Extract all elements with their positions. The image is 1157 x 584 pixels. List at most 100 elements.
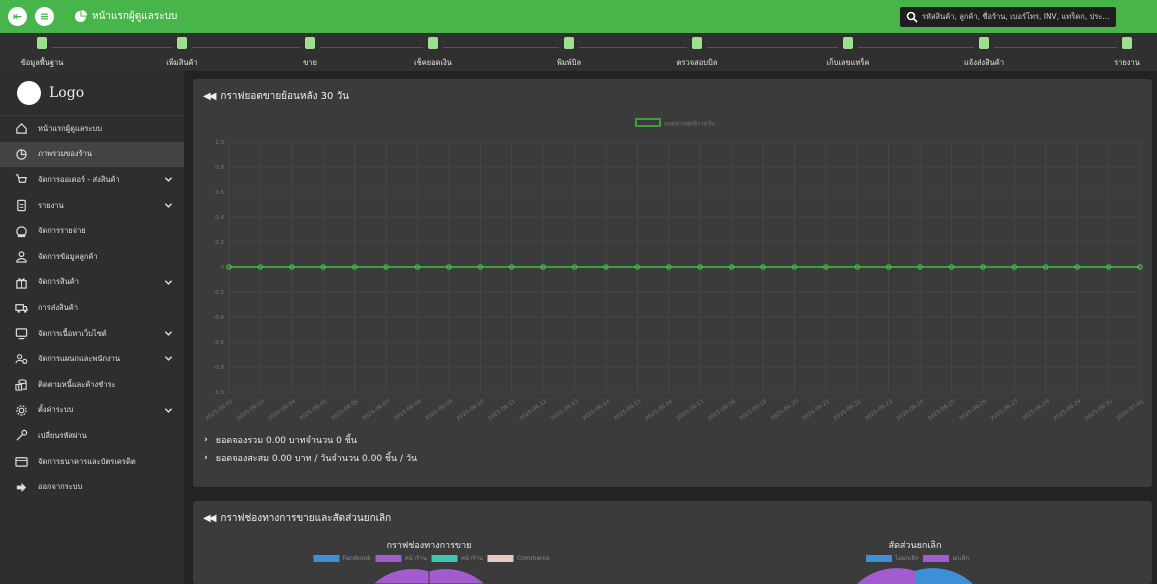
channel-chart-panel: ◀◀ กราฟช่องทางการขายและสัดส่วนยกเลิก กรา… [193, 501, 1152, 584]
sidebar-item-team[interactable]: จัดการแผนกและพนักงาน [0, 346, 184, 372]
x-tick-label: 2025-06-09 [424, 398, 454, 422]
y-tick-label: 1.0 [215, 140, 224, 146]
menu-list-icon[interactable]: ≡ [35, 7, 54, 26]
x-tick-label: 2025-06-18 [707, 398, 737, 422]
channel-pie-slice [428, 568, 486, 584]
chevron-down-icon[interactable] [164, 278, 173, 287]
search-placeholder: รหัสสินค้า, ลูกค้า, ชื่อร้าน, เบอร์โทร, … [922, 12, 1110, 21]
chevron-right-icon: › [204, 453, 208, 463]
chevron-down-icon[interactable] [164, 406, 173, 415]
x-tick-label: 2025-06-07 [362, 398, 392, 422]
sales-line-chart: ยอดขายสุทธิรายวัน 1.0 0.8 0.6 0.4 0.2 0 -0.2 -0.… [205, 118, 1145, 422]
x-tick-label: 2025-06-26 [958, 398, 988, 422]
sidebar-item-home[interactable]: หน้าแรกผู้ดูแลระบบ [0, 116, 184, 142]
sidebar-item-logout[interactable]: ออกจากระบบ [0, 474, 184, 500]
logo-text: Logo [49, 85, 85, 101]
x-tick-label: 2025-06-21 [801, 399, 831, 422]
sidebar-item-monitor[interactable]: จัดการเนื้อหาเว็บไซต์ [0, 321, 184, 347]
sales-chart-panel: ◀◀ กราฟยอดขายย้อนหลัง 30 วัน ยอดขายสุทธิ… [193, 79, 1152, 487]
cancel-pie-slice [857, 568, 915, 584]
chevron-down-icon[interactable] [164, 201, 173, 210]
quick-toolbar: ข้อมูลพื้นฐาน เพิ่มสินค้า ขาย เช็คยอดเงิน พิ… [0, 33, 1157, 71]
summary-average-text: ยอดจองสะสม 0.00 บาท / วันจำนวน 0.00 ชิ้น… [215, 454, 418, 464]
x-tick-label: 2025-06-13 [550, 398, 580, 422]
sidebar-item-pie-chart[interactable]: ภาพรวมของร้าน [0, 141, 184, 168]
sidebar-item-label: ออกจากระบบ [38, 482, 83, 492]
sidebar-item-money[interactable]: จัดการรายจ่าย [0, 218, 184, 244]
sidebar-item-coins[interactable]: ติดตามหนี้และค้างชำระ [0, 372, 184, 398]
x-tick-label: 2025-06-08 [393, 398, 423, 422]
x-tick-label: 2025-06-23 [864, 398, 894, 422]
sidebar-item-key[interactable]: เปลี่ยนรหัสผ่าน [0, 423, 184, 449]
search-input[interactable]: รหัสสินค้า, ลูกค้า, ชื่อร้าน, เบอร์โทร, … [900, 7, 1116, 27]
chevron-down-icon[interactable] [164, 175, 173, 184]
toolbar-report-button[interactable]: รายงาน [0, 33, 1157, 71]
y-tick-label: 0.4 [215, 215, 224, 221]
chevron-down-icon[interactable] [164, 354, 173, 363]
pie-chart-icon [16, 149, 27, 160]
y-tick-label: 0.2 [215, 240, 224, 246]
panel-title[interactable]: ◀◀ กราฟยอดขายย้อนหลัง 30 วัน [203, 89, 349, 104]
x-tick-label: 2025-06-12 [519, 399, 549, 422]
x-tick-label: 2025-06-19 [739, 398, 769, 422]
page-title[interactable]: หน้าแรกผู้ดูแลระบบ [74, 9, 177, 24]
cart-icon [15, 174, 27, 184]
x-tick-label: 2025-06-02 [205, 399, 235, 422]
channel-pie-slice [372, 568, 430, 584]
sidebar-item-label: จัดการข้อมูลลูกค้า [38, 251, 98, 261]
y-tick-label: -0.4 [213, 315, 224, 321]
sidebar-item-label: ภาพรวมของร้าน [38, 149, 92, 159]
chevron-down-icon[interactable] [164, 329, 173, 338]
sidebar-item-gear[interactable]: ตั้งค่าระบบ [0, 398, 184, 424]
collapse-sidebar-icon[interactable]: ⇤ [8, 7, 27, 26]
sidebar-item-document[interactable]: รายงาน [0, 193, 184, 219]
sidebar-item-label: เปลี่ยนรหัสผ่าน [38, 430, 87, 440]
y-tick-label: -0.6 [213, 340, 224, 346]
sidebar-item-label: จัดการรายจ่าย [38, 226, 86, 236]
x-tick-label: 2025-06-30 [1084, 398, 1114, 422]
x-tick-label: 2025-06-27 [990, 398, 1020, 422]
x-tick-label: 2025-06-11 [487, 399, 517, 422]
y-tick-label: 0.6 [215, 190, 224, 196]
x-tick-label: 2025-06-16 [644, 398, 674, 422]
logout-icon [16, 482, 27, 492]
double-chevron-left-icon: ◀◀ [203, 91, 216, 102]
sidebar-item-gift[interactable]: จัดการสินค้า [0, 270, 184, 296]
x-tick-label: 2025-06-25 [927, 398, 957, 422]
logo[interactable]: Logo [0, 71, 184, 116]
cancel-pie-slice [915, 568, 973, 584]
user-icon [16, 251, 27, 263]
x-tick-label: 2025-06-28 [1021, 398, 1051, 422]
x-tick-label: 2025-06-29 [1053, 398, 1083, 422]
main-content: ◀◀ กราฟยอดขายย้อนหลัง 30 วัน ยอดขายสุทธิ… [184, 71, 1157, 584]
sidebar-item-label: การส่งสินค้า [38, 302, 78, 312]
truck-icon [15, 304, 28, 314]
x-tick-label: 2025-06-06 [330, 398, 360, 422]
bank-card-icon [15, 457, 28, 467]
sidebar-item-truck[interactable]: การส่งสินค้า [0, 295, 184, 321]
sidebar-item-label: ตั้งค่าระบบ [38, 405, 74, 415]
sidebar-item-label: จัดการเนื้อหาเว็บไซต์ [38, 328, 107, 338]
chevron-right-icon: › [204, 435, 208, 445]
gear-icon [16, 405, 27, 416]
pie-chart-icon [74, 10, 87, 23]
sidebar-item-label: จัดการออเดอร์ - ส่งสินค้า [38, 174, 120, 184]
sidebar-item-label: ติดตามหนี้และค้างชำระ [38, 379, 116, 389]
sidebar-item-user[interactable]: จัดการข้อมูลลูกค้า [0, 244, 184, 270]
money-icon [16, 225, 27, 237]
x-tick-label: 2025-06-14 [581, 398, 611, 422]
legend-swatch [635, 118, 661, 127]
x-tick-label: 2025-06-20 [770, 398, 800, 422]
legend-label: ยอดขายสุทธิรายวัน [664, 121, 715, 128]
monitor-icon [15, 328, 28, 340]
sidebar-item-bank-card[interactable]: จัดการธนาคารและบัตรเครดิต [0, 449, 184, 475]
sales-panel-title: กราฟยอดขายย้อนหลัง 30 วัน [220, 91, 350, 102]
logo-circle [17, 81, 41, 105]
summary-total-text: ยอดจองรวม 0.00 บาทจำนวน 0 ชิ้น [215, 436, 357, 446]
y-tick-label: -0.2 [213, 290, 224, 296]
sidebar-item-label: จัดการสินค้า [38, 277, 79, 287]
x-tick-label: 2025-06-03 [236, 398, 266, 422]
x-tick-label: 2025-06-10 [456, 398, 486, 422]
pie-charts [372, 568, 973, 584]
sidebar-item-cart[interactable]: จัดการออเดอร์ - ส่งสินค้า [0, 167, 184, 193]
